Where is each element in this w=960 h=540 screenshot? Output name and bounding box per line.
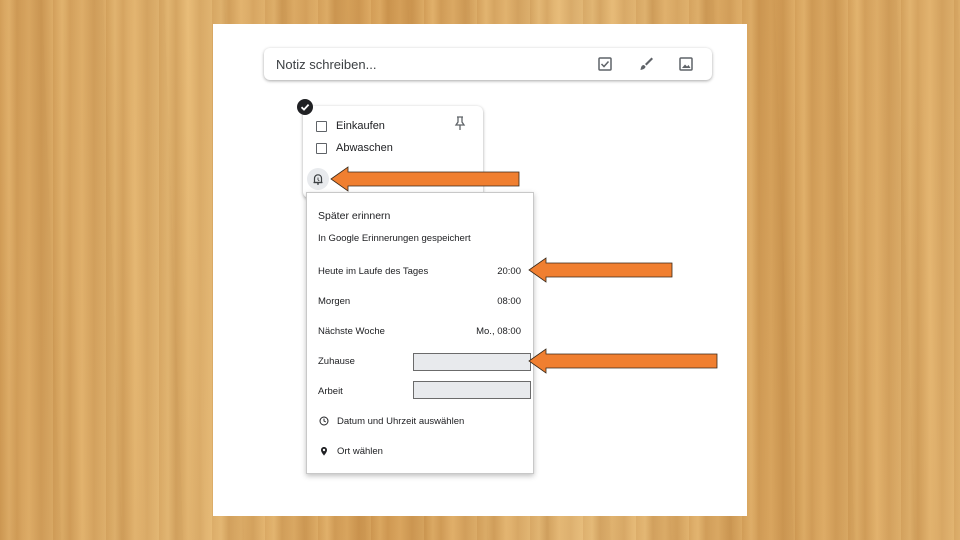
- option-label: Heute im Laufe des Tages: [318, 266, 429, 277]
- reminder-button[interactable]: [307, 168, 329, 190]
- option-label: Morgen: [318, 296, 351, 307]
- brush-icon[interactable]: [637, 55, 655, 73]
- note-input-bar[interactable]: Notiz schreiben...: [264, 48, 712, 80]
- arrow-to-today-option: [528, 257, 673, 283]
- selected-check-icon[interactable]: [297, 99, 313, 115]
- option-time: 08:00: [497, 296, 521, 307]
- menu-subtitle: In Google Erinnerungen gespeichert: [318, 233, 471, 244]
- pick-date-time-label: Datum und Uhrzeit auswählen: [337, 416, 465, 427]
- arrow-to-reminder-icon: [330, 166, 520, 192]
- item-checkbox[interactable]: [316, 121, 327, 132]
- note-input-placeholder[interactable]: Notiz schreiben...: [276, 57, 376, 72]
- image-icon[interactable]: [677, 55, 695, 73]
- menu-title: Später erinnern: [318, 210, 391, 222]
- home-address-field[interactable]: [413, 353, 531, 371]
- clock-icon: [319, 416, 329, 426]
- option-time: Mo., 08:00: [476, 326, 521, 337]
- reminder-bell-icon: [313, 174, 323, 185]
- pin-icon[interactable]: [453, 115, 467, 131]
- arrow-to-home-field: [528, 348, 718, 374]
- location-pin-icon: [321, 447, 327, 456]
- option-time: 20:00: [497, 266, 521, 277]
- location-label: Zuhause: [318, 356, 355, 367]
- item-label: Abwaschen: [336, 142, 393, 154]
- item-label: Einkaufen: [336, 120, 385, 132]
- work-address-field[interactable]: [413, 381, 531, 399]
- reminder-menu: Später erinnern In Google Erinnerungen g…: [306, 192, 534, 474]
- checkbox-icon[interactable]: [596, 55, 614, 73]
- option-label: Nächste Woche: [318, 326, 385, 337]
- item-checkbox[interactable]: [316, 143, 327, 154]
- pick-place-label: Ort wählen: [337, 446, 383, 457]
- location-label: Arbeit: [318, 386, 343, 397]
